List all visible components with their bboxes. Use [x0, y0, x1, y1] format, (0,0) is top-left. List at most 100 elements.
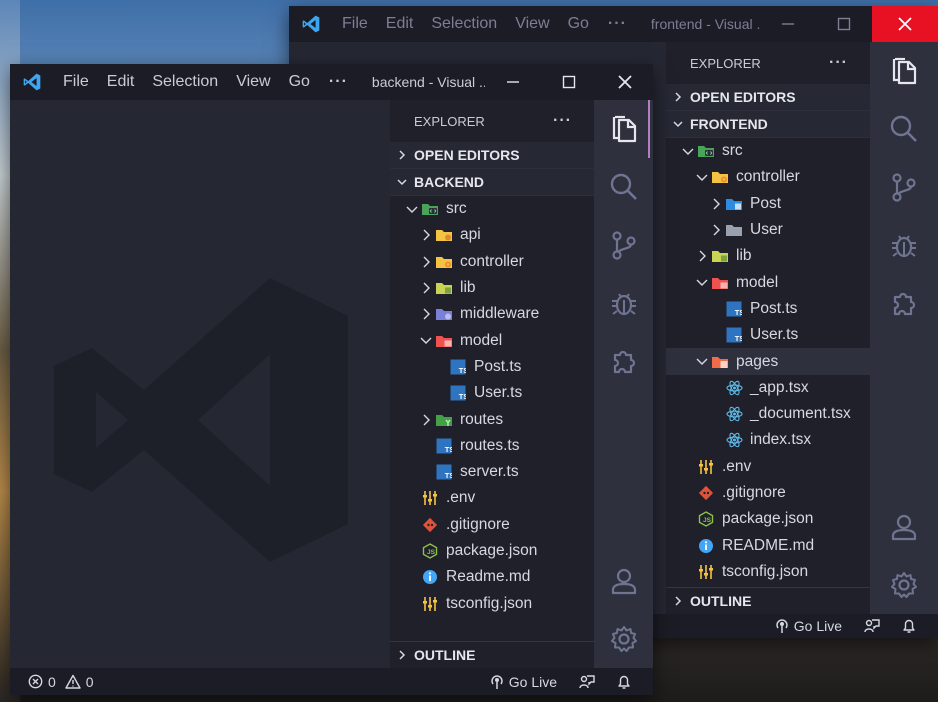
tree-item[interactable]: api: [390, 222, 594, 248]
tree-item[interactable]: model: [666, 269, 870, 295]
tree-item[interactable]: .env: [390, 485, 594, 511]
chevron-right-icon[interactable]: [694, 250, 710, 262]
chevron-right-icon[interactable]: [708, 224, 724, 236]
svg-text:TS: TS: [735, 334, 742, 343]
menu-view[interactable]: View: [506, 15, 558, 33]
problems-button[interactable]: 0 0: [28, 674, 94, 690]
chevron-right-icon[interactable]: [418, 229, 434, 241]
notifications-button[interactable]: [617, 674, 631, 690]
search-icon: [610, 173, 637, 200]
chevron-right-icon[interactable]: [708, 198, 724, 210]
tree-item[interactable]: TS Post.ts: [390, 354, 594, 380]
tree-item[interactable]: _document.tsx: [666, 401, 870, 427]
menu-view[interactable]: View: [227, 73, 279, 91]
tree-item[interactable]: pages: [666, 348, 870, 375]
vscode-logo-icon[interactable]: [289, 14, 333, 34]
maximize-button[interactable]: [541, 64, 597, 100]
accounts-activity-button[interactable]: [594, 552, 653, 610]
tree-item[interactable]: JS package.json: [666, 506, 870, 532]
source-control-activity-button[interactable]: [870, 158, 938, 216]
tree-item[interactable]: TS server.ts: [390, 459, 594, 485]
tree-item[interactable]: src: [390, 196, 594, 222]
vscode-logo-icon[interactable]: [10, 72, 54, 92]
source-control-activity-button[interactable]: [594, 216, 653, 274]
outline-section[interactable]: OUTLINE: [390, 641, 594, 668]
close-button[interactable]: [872, 6, 938, 42]
extensions-activity-button[interactable]: [870, 274, 938, 332]
open-editors-section[interactable]: OPEN EDITORS: [666, 84, 870, 111]
tree-item[interactable]: src: [666, 138, 870, 164]
debug-activity-button[interactable]: [870, 216, 938, 274]
tree-item[interactable]: middleware: [390, 301, 594, 327]
tree-item[interactable]: controller: [390, 249, 594, 275]
backend-section[interactable]: BACKEND: [390, 169, 594, 196]
chevron-right-icon[interactable]: [418, 414, 434, 426]
tree-item[interactable]: TS User.ts: [390, 380, 594, 406]
menu-more-icon[interactable]: ···: [598, 15, 637, 33]
manage-activity-button[interactable]: [870, 556, 938, 614]
tree-item[interactable]: lib: [390, 275, 594, 301]
tree-item[interactable]: Post: [666, 191, 870, 217]
tree-item[interactable]: User: [666, 217, 870, 243]
tree-item[interactable]: lib: [666, 243, 870, 269]
frontend-section[interactable]: FRONTEND: [666, 111, 870, 138]
open-editors-section[interactable]: OPEN EDITORS: [390, 142, 594, 169]
minimize-button[interactable]: [760, 6, 816, 42]
explorer-more-icon[interactable]: ···: [553, 112, 572, 130]
menu-go[interactable]: Go: [559, 15, 598, 33]
tree-item[interactable]: index.tsx: [666, 427, 870, 453]
tree-item[interactable]: .env: [666, 454, 870, 480]
chevron-down-icon[interactable]: [404, 205, 420, 214]
notifications-button[interactable]: [902, 618, 916, 634]
chevron-right-icon[interactable]: [418, 308, 434, 320]
close-button[interactable]: [597, 64, 653, 100]
maximize-button[interactable]: [816, 6, 872, 42]
tree-item[interactable]: controller: [666, 164, 870, 190]
tree-item[interactable]: TS User.ts: [666, 322, 870, 348]
chevron-down-icon[interactable]: [694, 357, 710, 366]
chevron-down-icon[interactable]: [418, 336, 434, 345]
menu-go[interactable]: Go: [280, 73, 319, 91]
tree-item[interactable]: _app.tsx: [666, 375, 870, 401]
accounts-activity-button[interactable]: [870, 498, 938, 556]
feedback-button[interactable]: [864, 618, 880, 634]
search-activity-button[interactable]: [594, 158, 653, 216]
tree-item[interactable]: .gitignore: [666, 480, 870, 506]
chevron-right-icon[interactable]: [418, 256, 434, 268]
menu-file[interactable]: File: [54, 73, 98, 91]
explorer-activity-button[interactable]: [870, 42, 938, 100]
debug-activity-button[interactable]: [594, 274, 653, 332]
chevron-right-icon[interactable]: [418, 282, 434, 294]
tree-item[interactable]: tsconfig.json: [666, 559, 870, 585]
explorer-more-icon[interactable]: ···: [829, 54, 848, 72]
menu-edit[interactable]: Edit: [98, 73, 144, 91]
extensions-activity-button[interactable]: [594, 332, 653, 390]
menu-file[interactable]: File: [333, 15, 377, 33]
tree-item[interactable]: TS routes.ts: [390, 433, 594, 459]
search-activity-button[interactable]: [870, 100, 938, 158]
feedback-button[interactable]: [579, 674, 595, 690]
tree-item[interactable]: README.md: [666, 532, 870, 558]
tree-item-label: .gitignore: [722, 484, 786, 501]
menu-selection[interactable]: Selection: [143, 73, 227, 91]
minimize-button[interactable]: [485, 64, 541, 100]
tree-item[interactable]: model: [390, 327, 594, 353]
go-live-button[interactable]: Go Live: [775, 618, 842, 634]
chevron-down-icon[interactable]: [694, 278, 710, 287]
go-live-button[interactable]: Go Live: [490, 674, 557, 690]
editor-area[interactable]: [10, 100, 390, 668]
menu-edit[interactable]: Edit: [377, 15, 423, 33]
chevron-down-icon[interactable]: [694, 173, 710, 182]
tree-item[interactable]: routes: [390, 406, 594, 432]
tree-item[interactable]: tsconfig.json: [390, 590, 594, 616]
tree-item[interactable]: JS package.json: [390, 538, 594, 564]
tree-item[interactable]: TS Post.ts: [666, 296, 870, 322]
outline-section[interactable]: OUTLINE: [666, 587, 870, 614]
tree-item[interactable]: Readme.md: [390, 564, 594, 590]
chevron-down-icon[interactable]: [680, 147, 696, 156]
tree-item[interactable]: .gitignore: [390, 512, 594, 538]
explorer-activity-button[interactable]: [594, 100, 653, 158]
menu-more-icon[interactable]: ···: [319, 73, 358, 91]
menu-selection[interactable]: Selection: [422, 15, 506, 33]
manage-activity-button[interactable]: [594, 610, 653, 668]
